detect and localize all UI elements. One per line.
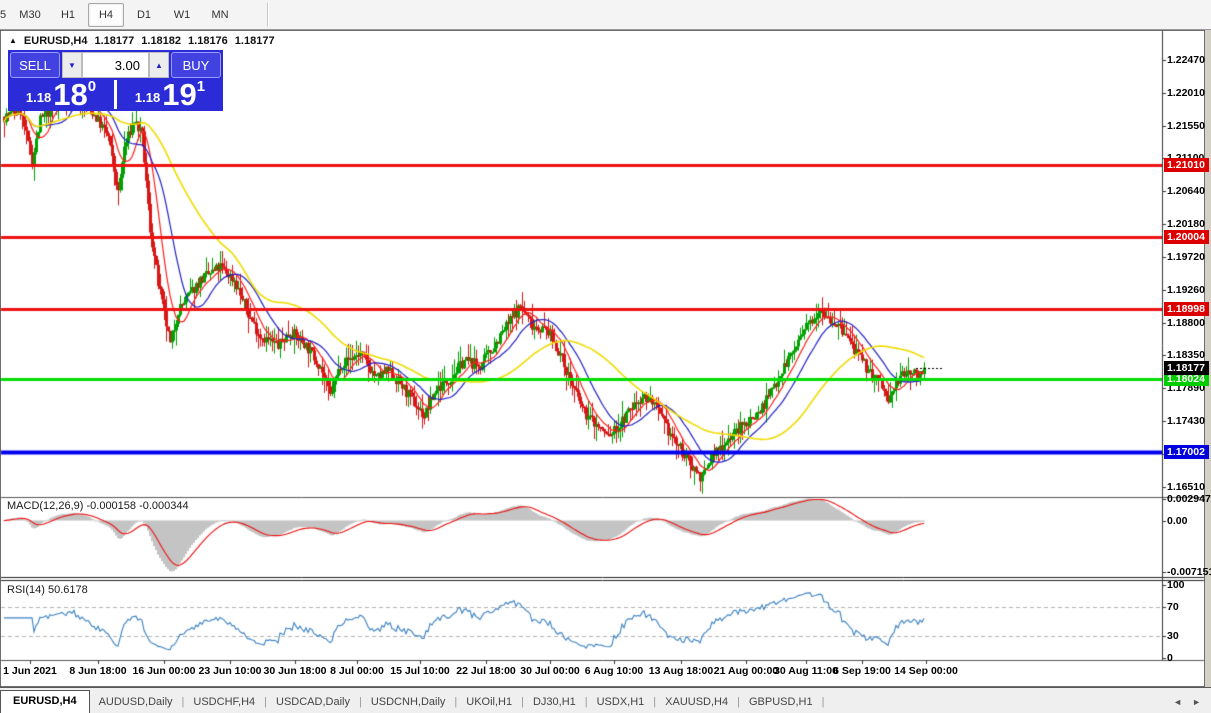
- time-axis-label: 8 Jun 18:00: [69, 665, 126, 677]
- rsi-indicator-label: RSI(14) 50.6178: [7, 584, 88, 596]
- axis-tick-label: 100: [1167, 579, 1185, 591]
- axis-tick-label: 30: [1167, 630, 1179, 642]
- chart-tab-usdchf[interactable]: USDCHF,H4: [184, 692, 264, 713]
- bid-price-big: 18: [53, 81, 87, 108]
- time-axis-label: 16 Jun 00:00: [132, 665, 195, 677]
- one-click-trade-panel: SELL ▼ 3.00 ▲ BUY 1.18 18 0 1.18 19 1: [8, 50, 223, 111]
- ask-price-sup: 1: [197, 78, 205, 95]
- axis-tick-label: 1.21550: [1167, 120, 1205, 132]
- price-line-label: 1.17002: [1164, 445, 1209, 459]
- ask-price-big: 19: [162, 81, 196, 108]
- chart-tab-usdcad[interactable]: USDCAD,Daily: [267, 692, 359, 713]
- volume-input[interactable]: 3.00: [82, 52, 149, 78]
- time-axis-label: 30 Aug 11:00: [774, 665, 838, 677]
- axis-tick-label: 70: [1167, 601, 1179, 613]
- axis-tick-label: 1.17430: [1167, 415, 1205, 427]
- axis-tick-label: 0.002947: [1167, 493, 1211, 505]
- axis-tick-label: 1.19720: [1167, 251, 1205, 263]
- collapse-icon[interactable]: ▲: [9, 36, 17, 45]
- volume-increase-button[interactable]: ▲: [149, 52, 169, 78]
- time-axis-label: 21 Aug 00:00: [714, 665, 778, 677]
- time-axis-label: 22 Jul 18:00: [456, 665, 516, 677]
- axis-tick-label: 1.20180: [1167, 218, 1205, 230]
- axis-tick-label: 1.20640: [1167, 185, 1205, 197]
- ask-price-small: 1.18: [135, 90, 160, 105]
- chart-tab-usdcnh[interactable]: USDCNH,Daily: [362, 692, 455, 713]
- time-axis-label: 6 Sep 19:00: [833, 665, 891, 677]
- tab-separator: |: [822, 696, 825, 713]
- axis-tick-label: 1.19260: [1167, 284, 1205, 296]
- chart-header: ▲ EURUSD,H4 1.18177 1.18182 1.18176 1.18…: [9, 35, 275, 47]
- chart-tab-dj30[interactable]: DJ30,H1: [524, 692, 585, 713]
- axis-tick-label: -0.007151: [1167, 566, 1211, 578]
- sell-button[interactable]: SELL: [10, 52, 60, 78]
- price-line-label: 1.18177: [1164, 361, 1209, 375]
- quote-high: 1.18182: [141, 35, 181, 47]
- chart-tab-xauusd[interactable]: XAUUSD,H4: [656, 692, 737, 713]
- quote-open: 1.18177: [95, 35, 135, 47]
- time-axis-label: 1 Jun 2021: [3, 665, 57, 677]
- volume-decrease-button[interactable]: ▼: [62, 52, 82, 78]
- buy-button[interactable]: BUY: [171, 52, 221, 78]
- axis-tick-label: 1.22470: [1167, 54, 1205, 66]
- chart-tab-audusd[interactable]: AUDUSD,Daily: [90, 692, 182, 713]
- chevron-down-icon: ▼: [68, 61, 76, 70]
- time-axis-label: 14 Sep 00:00: [894, 665, 958, 677]
- axis-tick-label: 1.22010: [1167, 87, 1205, 99]
- chart-tab-eurusd[interactable]: EURUSD,H4: [0, 690, 90, 713]
- axis-tick-label: 1.16510: [1167, 481, 1205, 493]
- time-axis-label: 30 Jun 18:00: [263, 665, 326, 677]
- axis-tick-label: 1.18800: [1167, 317, 1205, 329]
- chart-tab-bar: EURUSD,H4AUDUSD,Daily|USDCHF,H4|USDCAD,D…: [0, 687, 1211, 713]
- axis-tick-label: 1.18350: [1167, 349, 1205, 361]
- chart-tab-usdx[interactable]: USDX,H1: [588, 692, 654, 713]
- bid-price[interactable]: 1.18 18 0: [8, 80, 114, 109]
- time-axis-label: 30 Jul 00:00: [520, 665, 580, 677]
- price-line-label: 1.18998: [1164, 302, 1209, 316]
- chart-tab-ukoil[interactable]: UKOil,H1: [457, 692, 521, 713]
- ask-price[interactable]: 1.18 19 1: [117, 80, 223, 109]
- tabs-scroll-right-icon[interactable]: ►: [1192, 697, 1201, 707]
- bid-price-small: 1.18: [26, 90, 51, 105]
- bid-price-sup: 0: [88, 78, 96, 95]
- time-axis-label: 13 Aug 18:00: [649, 665, 713, 677]
- quote-close: 1.18177: [235, 35, 275, 47]
- price-line-label: 1.21010: [1164, 158, 1209, 172]
- time-axis-label: 15 Jul 10:00: [390, 665, 450, 677]
- time-axis-label: 6 Aug 10:00: [585, 665, 644, 677]
- chart-tab-gbpusd[interactable]: GBPUSD,H1: [740, 692, 822, 713]
- macd-indicator-label: MACD(12,26,9) -0.000158 -0.000344: [7, 500, 189, 512]
- axis-tick-label: 0.00: [1167, 515, 1187, 527]
- time-axis-label: 8 Jul 00:00: [330, 665, 384, 677]
- time-axis-label: 23 Jun 10:00: [198, 665, 261, 677]
- tabs-scroll-left-icon[interactable]: ◄: [1173, 697, 1182, 707]
- axis-tick-label: 0: [1167, 652, 1173, 664]
- quote-low: 1.18176: [188, 35, 228, 47]
- symbol-title: EURUSD,H4: [24, 35, 88, 47]
- price-line-label: 1.20004: [1164, 230, 1209, 244]
- chevron-up-icon: ▲: [155, 61, 163, 70]
